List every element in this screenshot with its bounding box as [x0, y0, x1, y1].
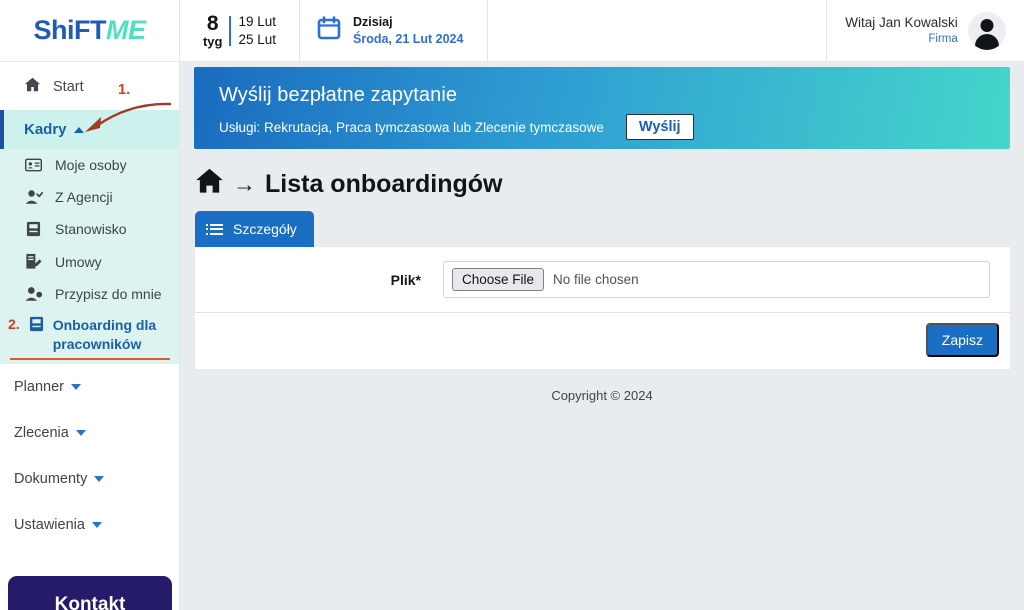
user-menu[interactable]: Witaj Jan Kowalski Firma: [827, 0, 1024, 61]
sidebar-item-stanowisko-label: Stanowisko: [55, 221, 127, 237]
page-title: Lista onboardingów: [265, 169, 503, 198]
sidebar-item-kadry-label: Kadry: [24, 121, 67, 138]
breadcrumb-arrow: →: [233, 170, 256, 197]
form-footer: Zapisz: [195, 313, 1010, 369]
form-panel: Plik* Choose File No file chosen Zapisz: [195, 247, 1010, 369]
file-field-label: Plik*: [390, 271, 421, 288]
logo-text: ShiFTME: [34, 17, 146, 44]
annotation-underline: [10, 357, 170, 360]
sidebar-item-moje-osoby[interactable]: Moje osoby: [0, 149, 179, 181]
home-icon: [24, 76, 41, 97]
sidebar-item-z-agencji-label: Z Agencji: [55, 189, 113, 205]
book-icon: [24, 221, 43, 237]
user-role: Firma: [928, 32, 958, 45]
sidebar-item-stanowisko[interactable]: Stanowisko: [0, 213, 179, 245]
logo-text-primary: ShiFT: [33, 15, 107, 45]
user-add-icon: [24, 286, 43, 302]
promo-banner-subtitle: Usługi: Rekrutacja, Praca tymczasowa lub…: [219, 119, 604, 135]
calendar-icon: [316, 15, 342, 46]
sidebar-item-planner[interactable]: Planner: [0, 364, 179, 410]
sidebar-item-dokumenty-label: Dokumenty: [14, 470, 88, 487]
logo-text-accent: ME: [106, 15, 146, 45]
caret-down-icon: [94, 475, 105, 482]
promo-banner-title: Wyślij bezpłatne zapytanie: [219, 84, 458, 106]
week-number: 8: [206, 11, 219, 35]
sidebar-item-ustawienia-label: Ustawienia: [14, 516, 85, 533]
week-divider: [229, 15, 232, 46]
week-unit: tyg: [202, 33, 223, 49]
choose-file-button[interactable]: Choose File: [452, 268, 545, 291]
week-range: 19 Lut 25 Lut: [238, 13, 276, 48]
top-header: ShiFTME 8 tyg 19 Lut 25 Lut Dzisiaj Środ…: [0, 0, 1024, 62]
promo-banner-row: Usługi: Rekrutacja, Praca tymczasowa lub…: [219, 114, 1010, 140]
sidebar-item-przypisz-do-mnie[interactable]: Przypisz do mnie: [0, 278, 179, 310]
sidebar-item-zlecenia-label: Zlecenia: [14, 424, 69, 441]
id-card-icon: [24, 158, 43, 172]
week-indicator[interactable]: 8 tyg 19 Lut 25 Lut: [180, 0, 300, 61]
app-root: ShiFTME 8 tyg 19 Lut 25 Lut Dzisiaj Środ…: [0, 0, 1024, 610]
form-row-file: Plik* Choose File No file chosen: [195, 247, 1010, 313]
send-inquiry-button[interactable]: Wyślij: [625, 114, 694, 140]
sidebar-item-kadry[interactable]: Kadry: [0, 110, 179, 149]
user-avatar-icon[interactable]: [967, 11, 1006, 50]
list-icon: [205, 223, 223, 235]
app-logo[interactable]: ShiFTME: [0, 0, 180, 61]
week-date-to: 25 Lut: [238, 31, 277, 47]
sidebar-item-onboarding[interactable]: 2. Onboarding dla pracowników: [0, 310, 179, 360]
sidebar-item-z-agencji[interactable]: Z Agencji: [0, 181, 179, 213]
breadcrumb: → Lista onboardingów: [195, 167, 1024, 201]
annotation-marker-1: 1.: [118, 82, 131, 98]
copyright-text: Copyright © 2024: [551, 388, 653, 403]
file-name-text: No file chosen: [553, 272, 639, 287]
save-button[interactable]: Zapisz: [925, 323, 999, 357]
sidebar-item-umowy-label: Umowy: [55, 253, 102, 270]
week-date-from: 19 Lut: [238, 14, 277, 30]
caret-down-icon: [70, 383, 81, 390]
caret-up-icon: [73, 126, 84, 133]
sidebar-item-planner-label: Planner: [14, 378, 64, 395]
today-indicator[interactable]: Dzisiaj Środa, 21 Lut 2024: [300, 0, 488, 61]
today-text-block: Dzisiaj Środa, 21 Lut 2024: [353, 14, 463, 47]
contract-edit-icon: [24, 253, 43, 270]
week-number-block: 8 tyg: [202, 11, 223, 49]
sidebar-item-umowy[interactable]: Umowy: [0, 245, 179, 278]
tab-bar: Szczegóły: [195, 211, 1024, 247]
sidebar-item-zlecenia[interactable]: Zlecenia: [0, 410, 179, 456]
promo-banner: Wyślij bezpłatne zapytanie Usługi: Rekru…: [194, 67, 1010, 149]
book-blue-icon: [29, 316, 44, 335]
user-check-icon: [24, 189, 43, 205]
annotation-marker-2: 2.: [8, 316, 20, 332]
today-label: Dzisiaj: [353, 15, 393, 30]
sidebar-item-przypisz-do-mnie-label: Przypisz do mnie: [55, 286, 162, 302]
caret-down-icon: [75, 429, 86, 436]
file-input[interactable]: Choose File No file chosen: [443, 261, 990, 298]
sidebar-item-kadry-label-row: Kadry: [24, 121, 179, 138]
sidebar-item-dokumenty[interactable]: Dokumenty: [0, 456, 179, 502]
sidebar-submenu-kadry: Moje osoby Z Agencji Stanowisko Umowy Pr…: [0, 149, 179, 364]
sidebar: Start Kadry Moje osoby Z Agencji Stanowi…: [0, 62, 180, 610]
user-greeting: Witaj Jan Kowalski: [845, 14, 958, 30]
sidebar-item-ustawienia[interactable]: Ustawienia: [0, 502, 179, 548]
header-spacer: [488, 0, 827, 61]
sidebar-item-start[interactable]: Start: [0, 62, 179, 110]
caret-down-icon: [91, 521, 102, 528]
contact-button[interactable]: Kontakt: [8, 576, 172, 610]
today-date: Środa, 21 Lut 2024: [353, 31, 464, 46]
tab-szczegoly[interactable]: Szczegóły: [195, 211, 314, 247]
sidebar-item-start-label: Start: [53, 78, 84, 95]
sidebar-item-moje-osoby-label: Moje osoby: [55, 157, 127, 173]
main-content: Wyślij bezpłatne zapytanie Usługi: Rekru…: [180, 62, 1024, 610]
home-icon[interactable]: [195, 167, 224, 201]
user-text-block: Witaj Jan Kowalski Firma: [845, 15, 958, 46]
sidebar-item-onboarding-label: Onboarding dla pracowników: [52, 317, 157, 352]
tab-szczegoly-label: Szczegóły: [233, 221, 297, 237]
